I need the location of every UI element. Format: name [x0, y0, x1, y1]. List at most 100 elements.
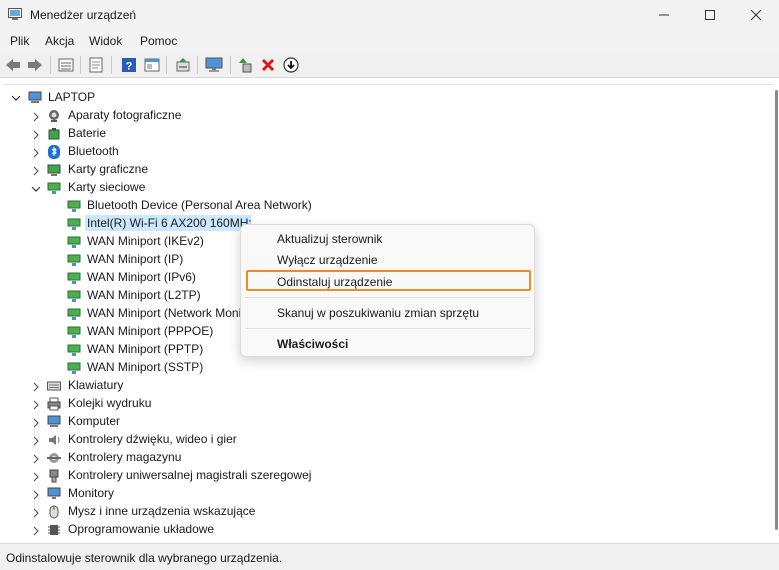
- tree-item-baterie[interactable]: Baterie: [68, 126, 106, 140]
- chevron-right-icon[interactable]: [31, 454, 41, 464]
- status-text: Odinstalowuje sterownik dla wybranego ur…: [6, 551, 283, 565]
- forward-button[interactable]: [26, 56, 44, 74]
- tree-root-label[interactable]: LAPTOP: [48, 90, 95, 104]
- add-driver-button[interactable]: [237, 56, 255, 74]
- tree-child-item[interactable]: WAN Miniport (SSTP): [87, 360, 203, 374]
- chevron-right-icon[interactable]: [31, 508, 41, 518]
- computer-icon: [28, 91, 42, 103]
- display-adapter-icon: [47, 164, 61, 176]
- tree-child-item[interactable]: WAN Miniport (Network Monitor): [87, 306, 259, 320]
- maximize-icon: [705, 10, 715, 20]
- keyboard-icon: [47, 381, 61, 391]
- monitor-icon: [205, 57, 223, 72]
- help-button[interactable]: ?: [120, 56, 138, 74]
- back-icon: [6, 59, 20, 71]
- tree-item-bluetooth[interactable]: Bluetooth: [68, 144, 119, 158]
- toolbar-separator: [166, 56, 167, 74]
- menu-pomoc[interactable]: Pomoc: [140, 34, 177, 48]
- title-bar: Menedżer urządzeń: [0, 0, 779, 30]
- tree-child-item[interactable]: WAN Miniport (PPTP): [87, 342, 203, 356]
- maximize-button[interactable]: [687, 0, 733, 30]
- chevron-down-icon[interactable]: [11, 93, 21, 103]
- driver-update-icon: [176, 58, 190, 72]
- tree-item-komputer[interactable]: Komputer: [68, 414, 120, 428]
- properties-list-button[interactable]: [57, 56, 75, 74]
- firmware-icon: [48, 525, 60, 535]
- scrollbar-thumb[interactable]: [775, 90, 778, 530]
- network-adapter-icon: [67, 236, 81, 248]
- tree-item-kolejki-wydruku[interactable]: Kolejki wydruku: [68, 396, 151, 410]
- chevron-right-icon[interactable]: [31, 472, 41, 482]
- status-bar: Odinstalowuje sterownik dla wybranego ur…: [0, 543, 779, 570]
- tree-item-aparaty[interactable]: Aparaty fotograficzne: [68, 108, 181, 122]
- chevron-right-icon[interactable]: [31, 148, 41, 158]
- tree-item-mysz[interactable]: Mysz i inne urządzenia wskazujące: [68, 504, 255, 518]
- toolbar-separator: [111, 56, 112, 74]
- tree-child-item-selected[interactable]: Intel(R) Wi-Fi 6 AX200 160MHz: [85, 215, 251, 231]
- menu-item-properties[interactable]: Właściwości: [277, 337, 348, 351]
- mouse-icon: [49, 505, 59, 519]
- chevron-right-icon[interactable]: [31, 526, 41, 536]
- tree-item-klawiatury[interactable]: Klawiatury: [68, 378, 123, 392]
- toolbar-separator: [80, 56, 81, 74]
- menu-item-update-driver[interactable]: Aktualizuj sterownik: [277, 232, 382, 246]
- tree-item-kontrolery-magazynu[interactable]: Kontrolery magazynu: [68, 450, 181, 464]
- tree-item-karty-sieciowe[interactable]: Karty sieciowe: [68, 180, 145, 194]
- chevron-right-icon[interactable]: [31, 490, 41, 500]
- usb-icon: [49, 469, 59, 483]
- tree-item-karty-graficzne[interactable]: Karty graficzne: [68, 162, 148, 176]
- add-driver-icon: [239, 58, 252, 73]
- tree-child-item[interactable]: WAN Miniport (IP): [87, 252, 183, 266]
- chevron-right-icon[interactable]: [31, 166, 41, 176]
- download-button[interactable]: [282, 56, 300, 74]
- tree-child-item[interactable]: WAN Miniport (L2TP): [87, 288, 201, 302]
- monitor-button[interactable]: [205, 56, 223, 74]
- minimize-button[interactable]: [641, 0, 687, 30]
- details-button[interactable]: [87, 56, 105, 74]
- chevron-down-icon[interactable]: [31, 184, 41, 194]
- menu-item-uninstall-device[interactable]: Odinstaluj urządzenie: [277, 275, 392, 289]
- bluetooth-icon: [48, 145, 60, 159]
- menu-widok[interactable]: Widok: [89, 34, 122, 48]
- network-adapter-icon: [67, 290, 81, 302]
- tree-child-item[interactable]: WAN Miniport (PPPOE): [87, 324, 213, 338]
- chevron-right-icon[interactable]: [31, 382, 41, 392]
- tree-scrollbar[interactable]: [773, 84, 779, 542]
- tree-item-oprogramowanie[interactable]: Oprogramowanie układowe: [68, 522, 214, 536]
- tree-child-item[interactable]: WAN Miniport (IPv6): [87, 270, 196, 284]
- chevron-right-icon[interactable]: [31, 400, 41, 410]
- help-icon: ?: [122, 58, 136, 73]
- close-button[interactable]: [733, 0, 779, 30]
- menu-akcja[interactable]: Akcja: [45, 34, 74, 48]
- tree-item-kontrolery-dzwieku[interactable]: Kontrolery dźwięku, wideo i gier: [68, 432, 237, 446]
- battery-icon: [48, 128, 60, 140]
- tree-item-kontrolery-usb[interactable]: Kontrolery uniwersalnej magistrali szere…: [68, 468, 311, 482]
- network-adapter-icon: [67, 200, 81, 212]
- driver-update-button[interactable]: [174, 56, 192, 74]
- menu-item-disable-device[interactable]: Wyłącz urządzenie: [277, 253, 378, 267]
- network-adapter-icon: [67, 272, 81, 284]
- menu-plik[interactable]: Plik: [10, 34, 29, 48]
- network-adapter-icon: [67, 362, 81, 374]
- device-manager-icon: [8, 8, 22, 20]
- tree-item-monitory[interactable]: Monitory: [68, 486, 114, 500]
- view-button[interactable]: [143, 56, 161, 74]
- printer-icon: [47, 397, 61, 411]
- toolbar: ?: [0, 52, 779, 78]
- chevron-right-icon[interactable]: [31, 418, 41, 428]
- network-adapter-icon: [67, 218, 81, 230]
- chevron-right-icon[interactable]: [31, 112, 41, 122]
- tree-child-item[interactable]: WAN Miniport (IKEv2): [87, 234, 204, 248]
- uninstall-button[interactable]: [259, 56, 277, 74]
- camera-icon: [49, 110, 59, 122]
- download-icon: [283, 57, 299, 73]
- menu-item-scan-hardware[interactable]: Skanuj w poszukiwaniu zmian sprzętu: [277, 306, 479, 320]
- back-button[interactable]: [4, 56, 22, 74]
- chevron-right-icon[interactable]: [31, 436, 41, 446]
- toolbar-separator: [197, 56, 198, 74]
- details-icon: [89, 57, 103, 73]
- chevron-right-icon[interactable]: [31, 130, 41, 140]
- computer-icon: [47, 415, 61, 427]
- tree-child-item[interactable]: Bluetooth Device (Personal Area Network): [87, 198, 312, 212]
- menu-separator: [245, 328, 530, 329]
